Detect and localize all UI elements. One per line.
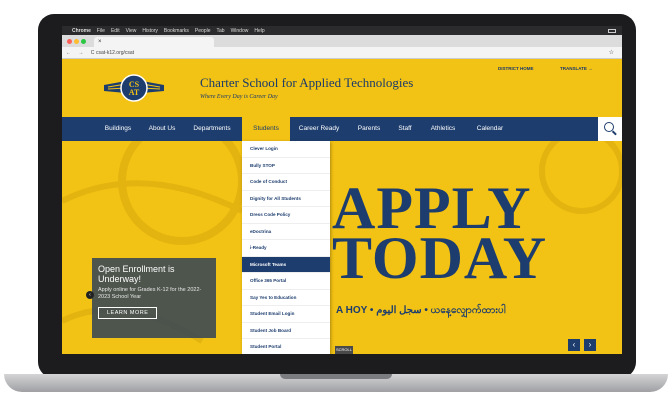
dropdown-item-dignity-for-all[interactable]: Dignity for All Students [242, 191, 330, 207]
school-logo[interactable]: CS AT [102, 67, 166, 109]
browser-tab-bar: × [62, 35, 622, 47]
laptop-notch [280, 374, 392, 379]
dropdown-item-i-ready[interactable]: i-Ready [242, 240, 330, 257]
menu-edit[interactable]: Edit [111, 28, 120, 34]
site-tagline: Where Every Day is Career Day [200, 94, 278, 100]
search-icon-handle [612, 130, 617, 136]
promo-subtitle: Apply online for Grades K-12 for the 202… [98, 287, 202, 300]
nav-departments[interactable]: Departments [184, 117, 240, 141]
dropdown-item-bully-stop[interactable]: Bully STOP [242, 158, 330, 174]
nav-athletics[interactable]: Athletics [420, 117, 466, 141]
hero-banner: APPLY TODAY A HOY • سجل اليوم • ယနေ့လျှေ… [62, 141, 622, 354]
main-nav: Buildings About Us Departments Students … [62, 117, 622, 141]
menu-view[interactable]: View [126, 28, 137, 34]
dropdown-item-dress-code[interactable]: Dress Code Policy [242, 207, 330, 224]
dropdown-item-job-board[interactable]: Student Job Board [242, 323, 330, 339]
slider-prev-button[interactable]: ‹ [568, 339, 580, 351]
nav-about-us[interactable]: About Us [140, 117, 184, 141]
promo-title: Open Enrollment is Underway! [98, 264, 175, 284]
multilingual-banner: A HOY • سجل اليوم • ယနေ့လျှောက်ထားပါ [336, 305, 506, 316]
apply-today-headline: APPLY TODAY [332, 178, 548, 291]
menu-bookmarks[interactable]: Bookmarks [164, 28, 189, 34]
nav-parents[interactable]: Parents [348, 117, 390, 141]
dropdown-item-edoctrina[interactable]: eDoctrina [242, 224, 330, 240]
enrollment-promo-card: Open Enrollment is Underway! Apply onlin… [92, 258, 216, 338]
browser-tab[interactable]: × [94, 37, 214, 47]
menu-app-name[interactable]: Chrome [72, 28, 91, 34]
promo-collapse-icon[interactable]: ‹ [86, 291, 94, 299]
dropdown-item-say-yes[interactable]: Say Yes to Education [242, 290, 330, 306]
laptop-screen: Chrome File Edit View History Bookmarks … [62, 26, 622, 354]
nav-buttons[interactable]: ← → C [66, 50, 97, 56]
nav-career-ready[interactable]: Career Ready [290, 117, 348, 141]
nav-staff[interactable]: Staff [390, 117, 420, 141]
dropdown-item-office-365[interactable]: Office 365 Portal [242, 273, 330, 290]
tab-close-icon[interactable]: × [98, 39, 102, 45]
menu-file[interactable]: File [97, 28, 105, 34]
menu-people[interactable]: People [195, 28, 211, 34]
students-dropdown-menu: Clever Login Bully STOP Code of Conduct … [242, 141, 330, 354]
district-home-link[interactable]: DISTRICT HOME [498, 66, 534, 71]
translate-link[interactable]: TRANSLATE → [560, 66, 593, 71]
slider-next-button[interactable]: › [584, 339, 596, 351]
nav-buildings[interactable]: Buildings [96, 117, 140, 141]
nav-calendar[interactable]: Calendar [466, 117, 514, 141]
dropdown-item-clever-login[interactable]: Clever Login [242, 141, 330, 158]
menu-help[interactable]: Help [254, 28, 264, 34]
maximize-window-icon[interactable] [81, 39, 86, 44]
close-window-icon[interactable] [67, 39, 72, 44]
learn-more-button[interactable]: LEARN MORE [98, 307, 158, 319]
dropdown-item-microsoft-teams[interactable]: Microsoft Teams [242, 256, 330, 273]
battery-icon [608, 28, 616, 33]
nav-students[interactable]: Students [242, 117, 290, 141]
scroll-indicator[interactable]: SCROLL [335, 346, 353, 354]
dropdown-item-code-of-conduct[interactable]: Code of Conduct [242, 174, 330, 191]
address-bar: ← → C csat-k12.org/csat ☆ [62, 47, 622, 59]
headline-line-2: TODAY [332, 225, 548, 291]
site-title[interactable]: Charter School for Applied Technologies [200, 75, 413, 91]
logo-text-at: AT [129, 88, 140, 97]
bookmark-star-icon[interactable]: ☆ [609, 49, 614, 56]
dropdown-item-student-portal[interactable]: Student Portal [242, 339, 330, 354]
menu-history[interactable]: History [142, 28, 158, 34]
url-field[interactable]: csat-k12.org/csat [96, 50, 134, 56]
menu-window[interactable]: Window [231, 28, 249, 34]
site-header: CS AT Charter School for Applied Technol… [62, 59, 622, 117]
dropdown-item-student-email[interactable]: Student Email Login [242, 306, 330, 323]
minimize-window-icon[interactable] [74, 39, 79, 44]
mac-menu-bar: Chrome File Edit View History Bookmarks … [62, 26, 622, 35]
menu-tab[interactable]: Tab [217, 28, 225, 34]
search-button[interactable] [598, 117, 622, 141]
